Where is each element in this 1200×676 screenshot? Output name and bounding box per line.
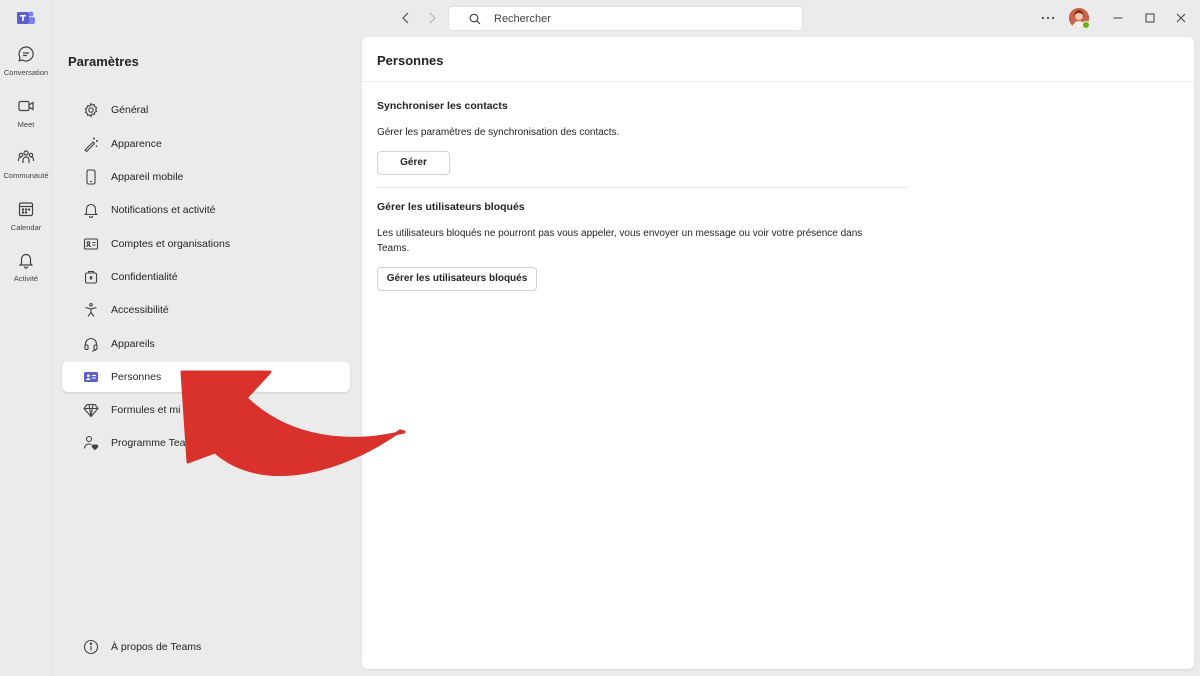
chat-icon	[18, 46, 34, 62]
rail-label: Communauté	[3, 171, 49, 180]
settings-panel: Paramètres Général Apparence Appareil mo…	[53, 37, 358, 676]
magic-wand-icon	[84, 137, 98, 152]
settings-item-label: Accessibilité	[111, 304, 169, 316]
rail-label: Calendar	[10, 223, 42, 232]
manage-contacts-button[interactable]: Gérer	[377, 151, 450, 175]
settings-item-label: À propos de Teams	[111, 641, 202, 653]
app-rail: Conversation Meet Communauté Calendar Ac…	[0, 0, 52, 676]
settings-item-accounts[interactable]: Comptes et organisations	[62, 229, 350, 259]
settings-item-label: Notifications et activité	[111, 204, 216, 216]
rail-label: Activité	[13, 274, 39, 283]
settings-item-accessibility[interactable]: Accessibilité	[62, 295, 350, 325]
back-arrow-icon[interactable]	[398, 10, 414, 26]
rail-item-meet[interactable]: Meet	[0, 97, 52, 145]
teams-logo-icon[interactable]	[16, 10, 36, 26]
settings-item-label: Appareil mobile	[111, 171, 184, 183]
close-icon[interactable]	[1173, 10, 1189, 26]
sync-section-description: Gérer les paramètres de synchronisation …	[377, 127, 620, 138]
bell-icon	[83, 203, 99, 218]
settings-item-appearance[interactable]: Apparence	[62, 129, 350, 159]
forward-arrow-icon[interactable]	[424, 10, 440, 26]
presence-badge	[1082, 21, 1090, 29]
search-placeholder: Rechercher	[494, 13, 551, 25]
search-input[interactable]: Rechercher	[448, 6, 803, 31]
page-title: Personnes	[377, 53, 444, 68]
settings-item-plans[interactable]: Formules et mi	[62, 395, 350, 425]
person-heart-icon	[83, 435, 99, 451]
settings-item-general[interactable]: Général	[62, 95, 350, 125]
phone-icon	[86, 169, 96, 185]
settings-item-mobile-device[interactable]: Appareil mobile	[62, 162, 350, 192]
settings-item-about[interactable]: À propos de Teams	[62, 632, 350, 662]
settings-item-notifications[interactable]: Notifications et activité	[62, 195, 350, 225]
settings-item-label: Apparence	[111, 138, 162, 150]
divider	[377, 187, 907, 188]
rail-item-community[interactable]: Communauté	[0, 148, 52, 196]
settings-title: Paramètres	[68, 54, 139, 69]
minimize-icon[interactable]	[1110, 10, 1126, 26]
accessibility-icon	[85, 302, 97, 317]
id-card-icon	[83, 238, 99, 250]
rail-label: Conversation	[3, 68, 49, 77]
more-options-icon[interactable]	[1040, 10, 1056, 26]
settings-item-label: Formules et mi	[111, 404, 181, 416]
blocked-section-title: Gérer les utilisateurs bloqués	[377, 201, 525, 213]
rail-label: Meet	[17, 120, 35, 129]
settings-item-label: Confidentialité	[111, 271, 178, 283]
rail-item-conversation[interactable]: Conversation	[0, 45, 52, 93]
bell-icon	[18, 253, 34, 269]
gear-icon	[84, 102, 98, 118]
settings-item-teams-program[interactable]: Programme Tea	[62, 428, 350, 458]
contact-card-icon	[84, 372, 98, 382]
search-icon	[469, 13, 481, 25]
content-header: Personnes	[362, 37, 1194, 82]
content-panel: Personnes Synchroniser les contacts Gére…	[362, 37, 1194, 669]
rail-item-calendar[interactable]: Calendar	[0, 200, 52, 248]
settings-item-label: Général	[111, 104, 149, 116]
diamond-icon	[83, 403, 99, 418]
settings-item-label: Programme Tea	[111, 437, 186, 449]
settings-item-label: Comptes et organisations	[111, 238, 231, 250]
info-icon	[83, 639, 99, 655]
blocked-section-description: Les utilisateurs bloqués ne pourront pas…	[377, 228, 863, 254]
settings-item-people[interactable]: Personnes	[62, 362, 350, 392]
video-icon	[18, 100, 34, 112]
lock-icon	[84, 270, 98, 284]
settings-item-label: Appareils	[111, 338, 155, 350]
sync-section-title: Synchroniser les contacts	[377, 100, 508, 112]
community-icon	[17, 150, 35, 163]
maximize-icon[interactable]	[1142, 10, 1158, 26]
manage-blocked-users-button[interactable]: Gérer les utilisateurs bloqués	[377, 267, 537, 291]
settings-item-devices[interactable]: Appareils	[62, 329, 350, 359]
rail-item-activity[interactable]: Activité	[0, 251, 52, 299]
headset-icon	[84, 338, 98, 352]
settings-item-privacy[interactable]: Confidentialité	[62, 262, 350, 292]
calendar-icon	[18, 202, 34, 217]
settings-item-label: Personnes	[111, 371, 162, 383]
